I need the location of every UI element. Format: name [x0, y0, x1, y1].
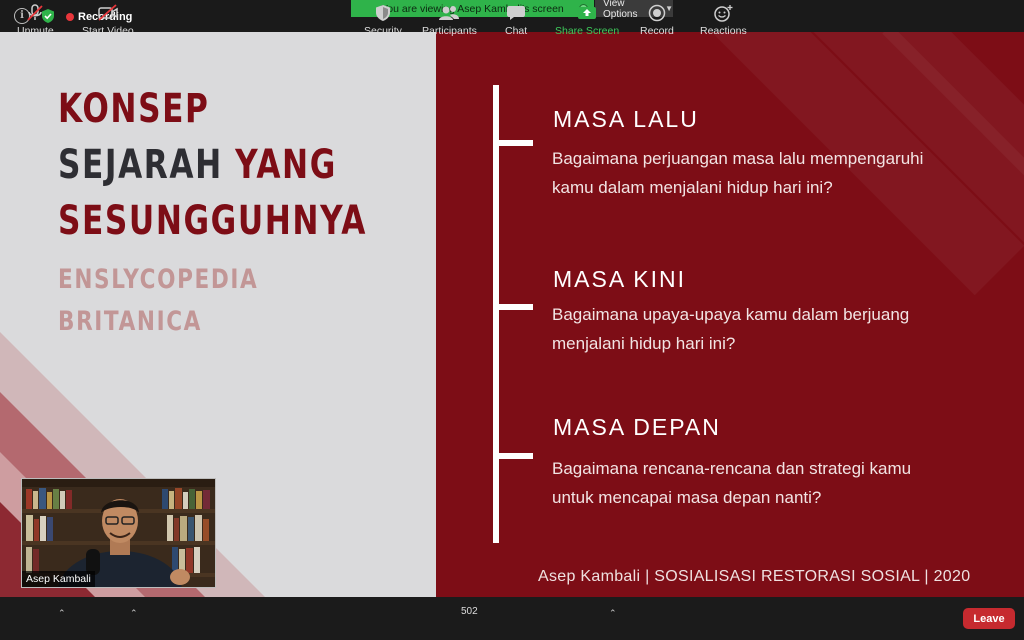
section-body-masa-depan: Bagaimana rencana-rencana dan strategi k… — [552, 454, 1002, 512]
slide-title-word-yang: YANG — [235, 142, 337, 188]
participant-name-label: Asep Kambali — [22, 571, 95, 587]
participants-icon — [439, 6, 460, 20]
unmute-label: Unmute — [17, 25, 54, 37]
video-options-chevron-icon[interactable]: ⌃ — [130, 608, 138, 619]
section-body-masa-lalu: Bagaimana perjuangan masa lalu mempengar… — [552, 144, 1002, 202]
timeline-tick — [493, 453, 533, 459]
section-body-line: menjalani hidup hari ini? — [552, 334, 736, 353]
start-video-label: Start Video — [82, 25, 134, 37]
leave-meeting-button[interactable]: Leave — [963, 608, 1015, 629]
audio-options-chevron-icon[interactable]: ⌃ — [58, 608, 66, 619]
share-screen-label: Share Screen — [555, 25, 620, 37]
video-camera-off-icon — [98, 4, 118, 21]
record-icon — [648, 4, 666, 22]
chat-bubble-icon — [507, 6, 526, 20]
participants-button[interactable]: Participants — [422, 4, 477, 40]
participants-count: 502 — [461, 606, 478, 617]
security-button[interactable]: Security — [364, 4, 402, 40]
participants-label: Participants — [422, 25, 477, 37]
record-button[interactable]: Record — [640, 4, 674, 40]
chat-label: Chat — [505, 25, 528, 37]
section-body-line: Bagaimana perjuangan masa lalu mempengar… — [552, 149, 924, 168]
section-title-masa-kini: MASA KINI — [553, 266, 687, 292]
timeline-tick — [493, 140, 533, 146]
share-screen-button[interactable]: Share Screen — [555, 4, 619, 40]
section-title-masa-lalu: MASA LALU — [553, 106, 699, 132]
reactions-smiley-icon — [714, 5, 733, 22]
timeline-tick — [493, 304, 533, 310]
meeting-controls-toolbar — [0, 597, 1024, 640]
share-screen-arrow-icon — [578, 7, 597, 19]
leave-label: Leave — [973, 612, 1005, 625]
microphone-muted-icon — [27, 4, 44, 21]
reactions-button[interactable]: Reactions — [700, 4, 747, 40]
section-body-line: untuk mencapai masa depan nanti? — [552, 488, 822, 507]
recording-dot-icon — [66, 13, 74, 21]
timeline-line — [493, 85, 499, 543]
section-body-line: kamu dalam menjalani hidup hari ini? — [552, 178, 833, 197]
start-video-button[interactable]: Start Video — [82, 4, 134, 40]
slide-title-line1: KONSEP — [58, 86, 210, 132]
unmute-button[interactable]: Unmute — [17, 4, 54, 40]
chat-button[interactable]: Chat — [505, 4, 527, 40]
record-label: Record — [640, 25, 674, 37]
slide-subtitle-line1: ENSLYCOPEDIA — [58, 264, 259, 295]
section-body-masa-kini: Bagaimana upaya-upaya kamu dalam berjuan… — [552, 300, 1002, 358]
section-body-line: Bagaimana rencana-rencana dan strategi k… — [552, 459, 912, 478]
share-options-chevron-icon[interactable]: ⌃ — [609, 608, 617, 619]
security-label: Security — [364, 25, 402, 37]
reactions-label: Reactions — [700, 25, 747, 37]
section-body-line: Bagaimana upaya-upaya kamu dalam berjuan… — [552, 305, 910, 324]
section-title-masa-depan: MASA DEPAN — [553, 414, 721, 440]
security-shield-icon — [375, 5, 390, 21]
slide-footer-credit: Asep Kambali | SOSIALISASI RESTORASI SOS… — [538, 568, 971, 585]
slide-subtitle-line2: BRITANICA — [58, 306, 202, 337]
slide-title-line3: SESUNGGUHNYA — [58, 198, 367, 244]
slide-title-line2: SEJARAH YANG — [58, 142, 337, 188]
slide-title-word-sejarah: SEJARAH — [58, 142, 223, 188]
